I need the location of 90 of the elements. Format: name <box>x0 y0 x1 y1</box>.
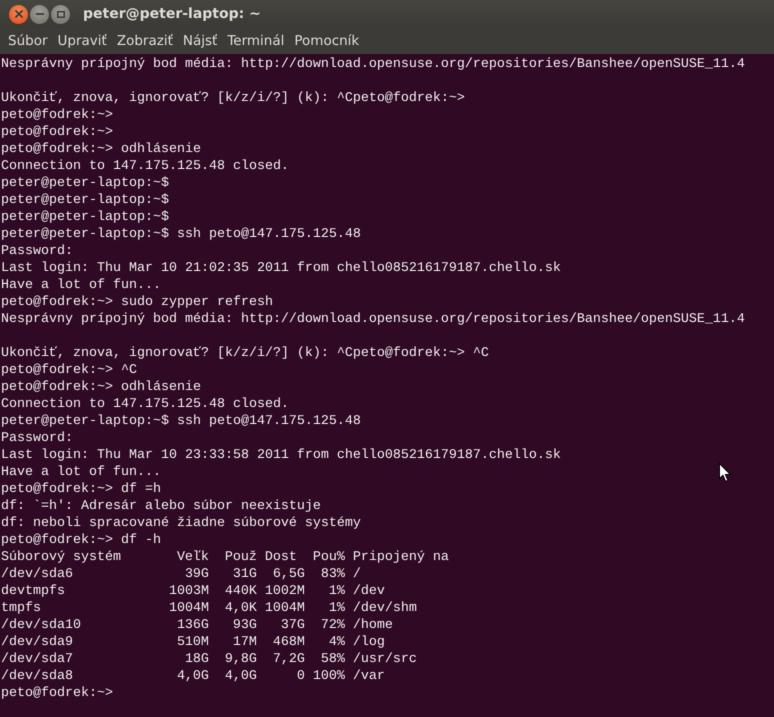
table-cell-text: 31G <box>232 566 257 583</box>
table-cell-text: devtmpfs <box>1 583 66 600</box>
maximize-button[interactable] <box>51 4 70 24</box>
menu-item[interactable]: Zobraziť <box>112 30 178 52</box>
terminal-line: Last login: Thu Mar 10 23:33:58 2011 from chello085216179187.chello.sk <box>1 447 561 464</box>
terminal-line: Ukončiť, znova, ignorovať? [k/z/i/?] (k): ^Cpeto@fodrek:~> ^C <box>1 345 489 362</box>
table-cell-text: 0 <box>296 668 305 685</box>
table-cell-text: 1% <box>328 583 345 600</box>
terminal-line: df: `=h': Adresár alebo súbor neexistuje <box>1 498 321 515</box>
table-cell-text: 9,8G <box>224 651 257 668</box>
table-cell: 1004M <box>168 600 209 617</box>
terminal-line: peter@peter-laptop:~$ <box>1 209 169 226</box>
close-icon <box>14 10 22 18</box>
table-cell-text: /dev/sda8 <box>1 668 74 685</box>
close-button[interactable] <box>9 4 28 24</box>
terminal-line: peter@peter-laptop:~$ <box>1 192 169 209</box>
column-header: Pou% <box>312 549 345 566</box>
table-cell: /home <box>352 617 393 634</box>
table-cell-text: 7,2G <box>272 651 305 668</box>
table-cell: /var <box>352 668 385 685</box>
terminal-line: peter@peter-laptop:~$ ssh peto@147.175.125.48 <box>1 413 361 430</box>
table-cell-text: 4,0K <box>224 600 257 617</box>
maximize-icon <box>56 10 64 18</box>
table-cell-text: tmpfs <box>1 600 42 617</box>
menu-item[interactable]: Súbor <box>3 30 53 52</box>
table-cell-text: 4% <box>328 634 345 651</box>
terminal-line: Nesprávny prípojný bod média: http://download.opensuse.org/repositories/Banshee/openSUSE_11.4 <box>1 56 745 73</box>
terminal-line: Last login: Thu Mar 10 21:02:35 2011 from chello085216179187.chello.sk <box>1 260 561 277</box>
terminal-line: peto@fodrek:~> sudo zypper refresh <box>1 294 273 311</box>
terminal-line: peto@fodrek:~> odhlásenie <box>1 141 201 158</box>
table-cell: 1002M <box>264 583 305 600</box>
menu-item[interactable]: Nájsť <box>178 30 222 52</box>
table-cell-text: 4,0G <box>176 668 209 685</box>
table-cell-text: /dev/sda7 <box>1 651 74 668</box>
table-cell-text: 440K <box>224 583 257 600</box>
menu-item[interactable]: Terminál <box>222 30 290 52</box>
terminal-line: Ukončiť, znova, ignorovať? [k/z/i/?] (k): ^Cpeto@fodrek:~> <box>1 90 465 107</box>
terminal-line: Have a lot of fun... <box>1 277 161 294</box>
terminal-line: peto@fodrek:~> <box>1 685 113 702</box>
table-cell-text: 17M <box>232 634 257 651</box>
terminal-line: Connection to 147.175.125.48 closed. <box>1 158 289 175</box>
menu-item[interactable]: Pomocník <box>289 30 364 52</box>
terminal-line: peto@fodrek:~> df -h <box>1 532 161 549</box>
table-cell-text: 58% <box>320 651 345 668</box>
minimize-icon <box>36 13 44 15</box>
terminal-line: peto@fodrek:~> ^C <box>1 362 137 379</box>
table-cell-text: 468M <box>272 634 305 651</box>
table-cell-text: 83% <box>320 566 345 583</box>
terminal-line: peter@peter-laptop:~$ ssh peto@147.175.125.48 <box>1 226 361 243</box>
terminal-line: peter@peter-laptop:~$ <box>1 175 169 192</box>
table-cell-text: 6,5G <box>272 566 305 583</box>
table-cell-text: /dev/sda9 <box>1 634 74 651</box>
table-cell-text: /dev/sda10 <box>1 617 82 634</box>
mouse-pointer-icon <box>719 463 731 482</box>
table-cell-text: 510M <box>176 634 209 651</box>
table-cell: / <box>352 566 361 583</box>
table-cell: /dev/shm <box>352 600 417 617</box>
table-cell-text: 39G <box>184 566 209 583</box>
table-cell-text: 136G <box>176 617 209 634</box>
terminal-line: df: neboli spracované žiadne súborové systémy <box>1 515 361 532</box>
table-cell: /usr/src <box>352 651 417 668</box>
terminal-line: Password: <box>1 243 73 260</box>
table-cell: 1003M <box>168 583 209 600</box>
menu-item[interactable]: Upraviť <box>52 30 112 52</box>
table-cell-text: 18G <box>184 651 209 668</box>
table-cell-text: 1% <box>328 600 345 617</box>
terminal-line: Have a lot of fun... <box>1 464 161 481</box>
table-cell: /log <box>352 634 385 651</box>
table-cell-text: /dev/sda6 <box>1 566 74 583</box>
terminal-line: Password: <box>1 430 73 447</box>
table-cell: /dev <box>352 583 385 600</box>
table-cell-text: 93G <box>232 617 257 634</box>
table-cell-text: 4,0G <box>224 668 257 685</box>
column-header: Použ <box>224 549 257 566</box>
minimize-button[interactable] <box>30 4 49 24</box>
column-header: Dost <box>264 549 298 566</box>
terminal-line: peto@fodrek:~> df =h <box>1 481 161 498</box>
window-title: peter@peter-laptop: ~ <box>83 4 261 24</box>
table-cell-text: 100% <box>312 668 345 685</box>
terminal-line: peto@fodrek:~> <box>1 124 113 141</box>
table-cell-text: 72% <box>320 617 345 634</box>
column-header: Pripojený na <box>352 549 449 566</box>
column-header: Veľk <box>176 549 209 566</box>
terminal-line: peto@fodrek:~> <box>1 107 113 124</box>
terminal-line: peto@fodrek:~> odhlásenie <box>1 379 201 396</box>
terminal-line: Nesprávny prípojný bod média: http://download.opensuse.org/repositories/Banshee/openSUSE_11.4 <box>1 311 745 328</box>
column-header: Súborový systém <box>1 549 122 566</box>
table-cell: 1004M <box>264 600 305 617</box>
table-cell-text: 37G <box>280 617 305 634</box>
terminal-line: Connection to 147.175.125.48 closed. <box>1 396 289 413</box>
